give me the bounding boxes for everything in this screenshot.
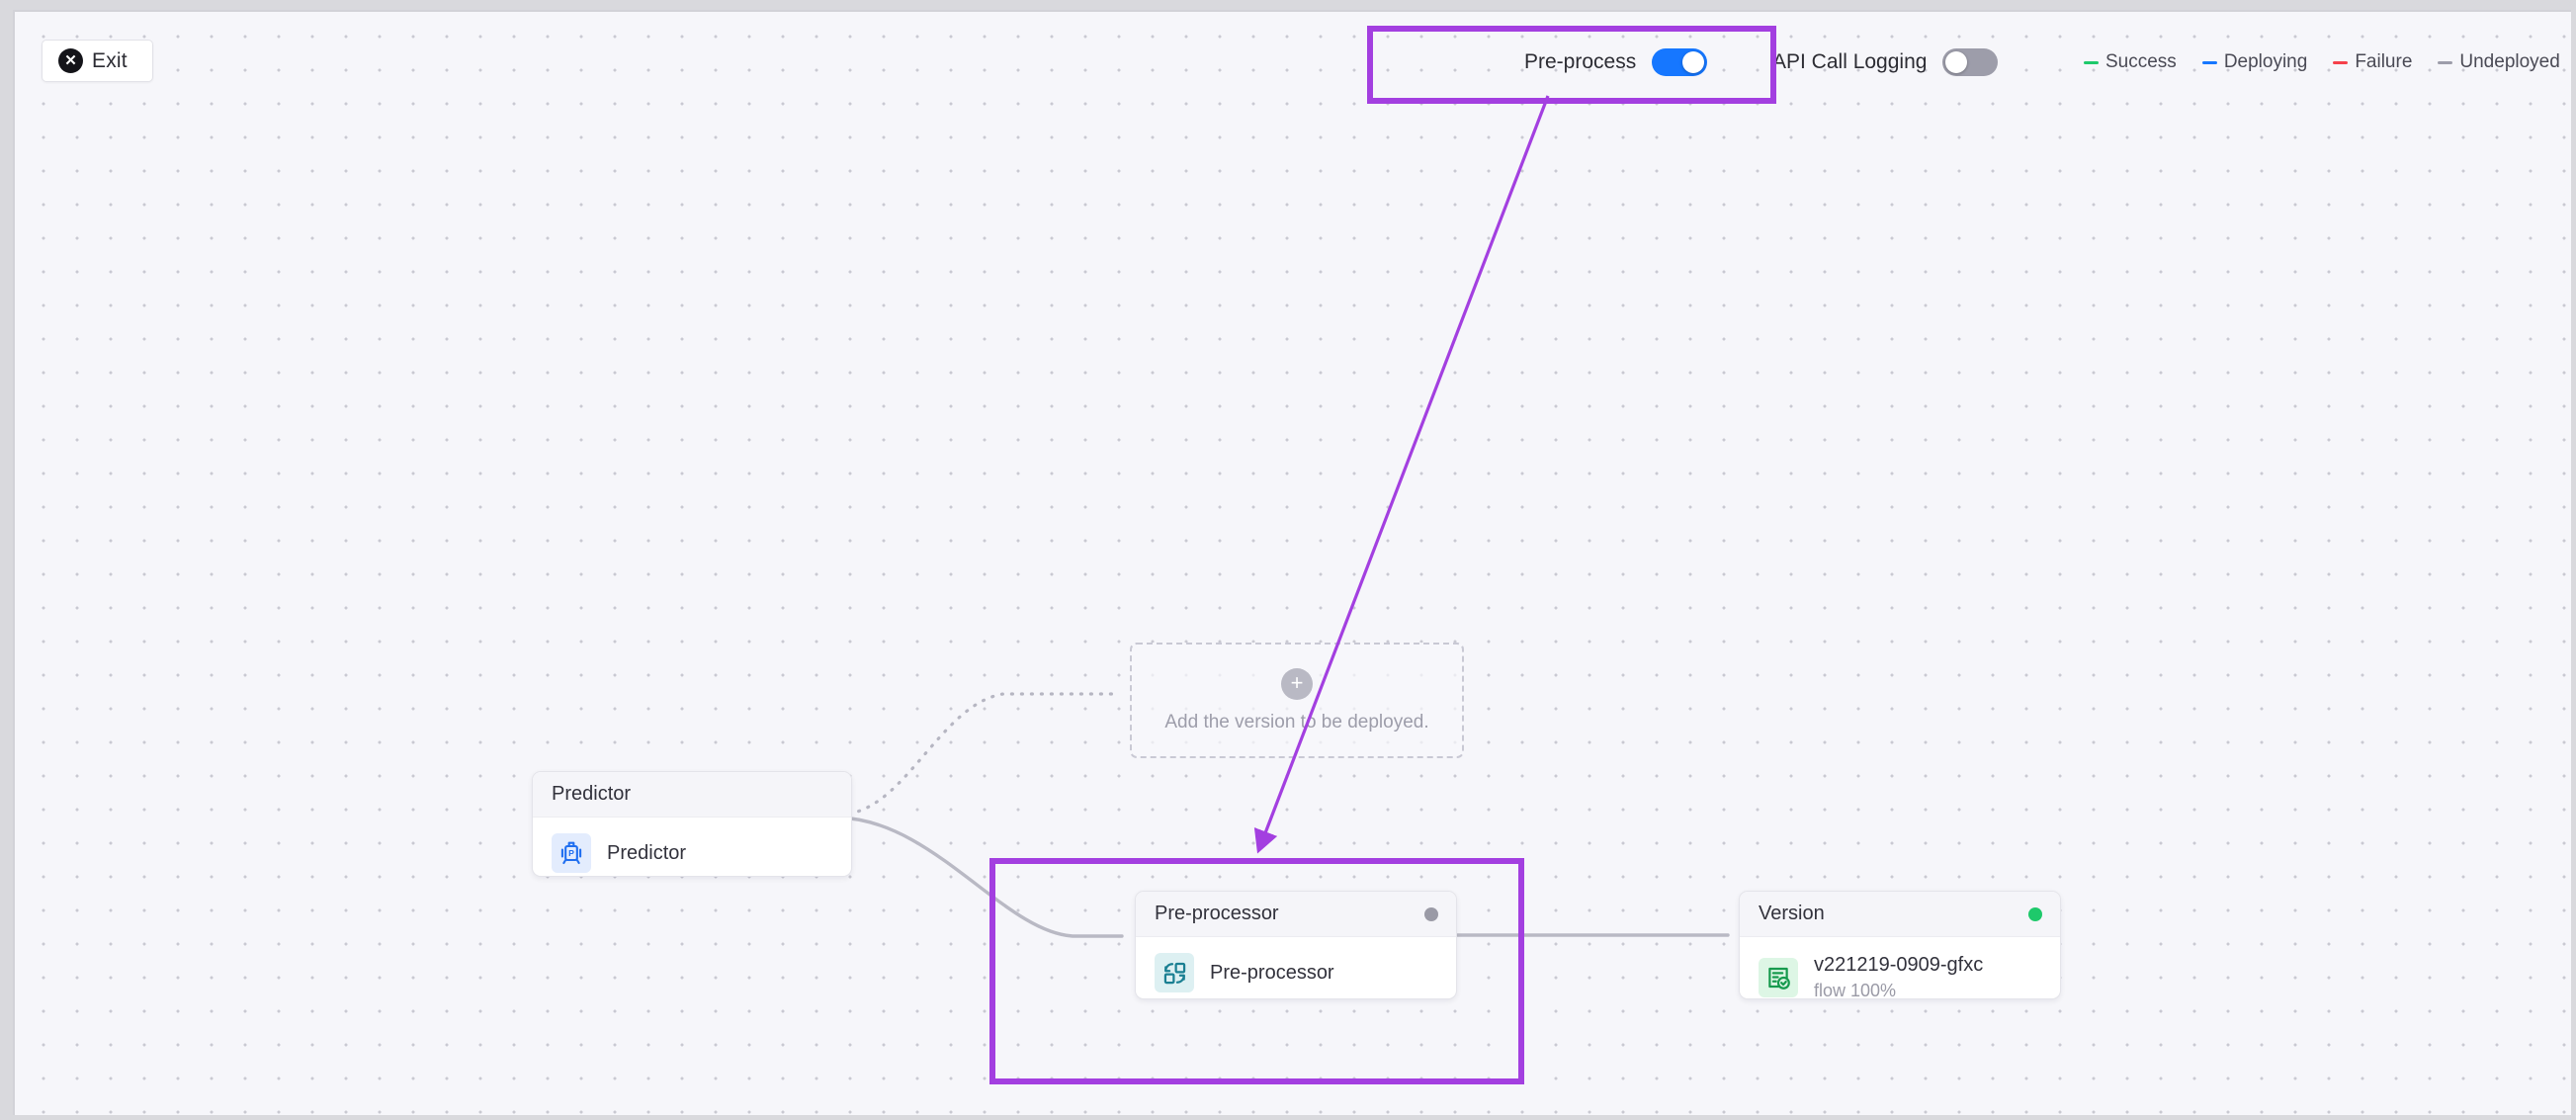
legend-dash-failure (2333, 60, 2349, 64)
legend-label-failure: Failure (2355, 51, 2413, 72)
legend-dash-success (2084, 60, 2099, 64)
node-version-subtitle: flow 100% (1814, 981, 1897, 999)
node-predictor-body: P Predictor (533, 818, 851, 876)
node-version-header-title: Version (1759, 903, 1825, 924)
node-preprocessor-header: Pre-processor (1136, 892, 1456, 937)
pre-process-toggle[interactable] (1652, 48, 1708, 76)
version-checklist-icon (1759, 958, 1798, 998)
exit-button-label: Exit (92, 48, 128, 72)
plus-circle-icon[interactable]: + (1281, 667, 1313, 700)
pre-process-label: Pre-process (1524, 50, 1637, 73)
node-version-status-dot (2028, 906, 2042, 921)
api-call-logging-toggle[interactable] (1942, 48, 1999, 76)
node-version-title: v221219-0909-gfxc (1814, 954, 1984, 976)
node-version-header: Version (1740, 892, 2060, 937)
exit-button[interactable]: ✕ Exit (42, 40, 153, 82)
api-call-logging-label: API Call Logging (1772, 50, 1928, 73)
node-preprocessor-body: Pre-processor (1136, 937, 1456, 998)
pre-process-toggle-knob (1682, 51, 1705, 73)
api-call-logging-control: API Call Logging (1772, 43, 1999, 82)
legend-label-undeployed: Undeployed (2459, 51, 2560, 72)
preprocessor-grid-icon (1155, 953, 1194, 992)
node-predictor-title: Predictor (607, 841, 687, 864)
node-predictor-header-title: Predictor (552, 783, 632, 805)
pre-process-control: Pre-process (1524, 43, 1708, 82)
node-preprocessor-header-title: Pre-processor (1155, 903, 1279, 924)
node-preprocessor[interactable]: Pre-processor Pre-processor (1135, 891, 1457, 999)
legend-item-undeployed: Undeployed (2438, 51, 2560, 73)
legend-dash-undeployed (2438, 60, 2453, 64)
status-legend: Success Deploying Failure Undeployed (2084, 49, 2560, 75)
flow-canvas[interactable]: + Add the version to be deployed. Predic… (13, 10, 2571, 1115)
legend-item-failure: Failure (2333, 51, 2412, 73)
node-preprocessor-status-dot (1424, 906, 1438, 921)
legend-dash-deploying (2201, 60, 2217, 64)
node-preprocessor-title: Pre-processor (1210, 961, 1334, 984)
predictor-robot-icon: P (552, 833, 591, 873)
add-version-placeholder[interactable]: + Add the version to be deployed. (1130, 643, 1464, 758)
node-predictor[interactable]: Predictor P Predictor (532, 771, 852, 877)
legend-item-success: Success (2084, 51, 2177, 73)
app-window: + Add the version to be deployed. Predic… (0, 0, 2576, 1120)
legend-item-deploying: Deploying (2201, 51, 2308, 73)
node-version[interactable]: Version v221219-0909-gfxc flow 100% (1739, 891, 2061, 999)
legend-label-success: Success (2105, 51, 2177, 72)
placeholder-label: Add the version to be deployed. (1164, 711, 1429, 732)
svg-text:P: P (568, 848, 574, 858)
node-predictor-header: Predictor (533, 772, 851, 818)
api-call-logging-toggle-knob (1945, 51, 1968, 73)
close-circle-icon: ✕ (58, 48, 83, 73)
legend-label-deploying: Deploying (2223, 51, 2308, 72)
node-version-text-block: v221219-0909-gfxc flow 100% (1814, 953, 1984, 999)
node-version-body: v221219-0909-gfxc flow 100% (1740, 937, 2060, 999)
